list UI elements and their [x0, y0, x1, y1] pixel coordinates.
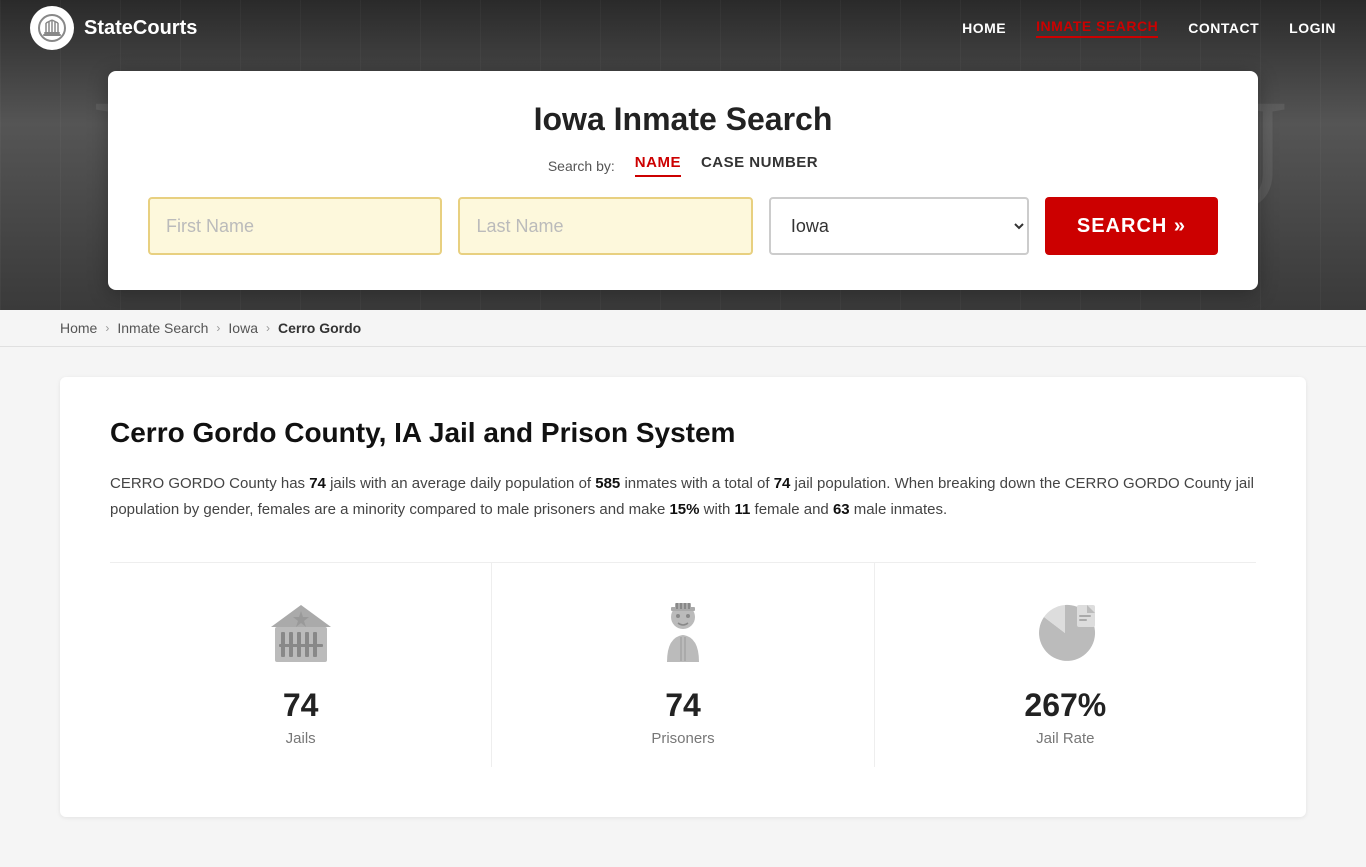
search-card: Iowa Inmate Search Search by: NAME CASE …: [108, 71, 1258, 290]
stat-jail-rate: 267% Jail Rate: [875, 563, 1256, 767]
content-description: CERRO GORDO County has 74 jails with an …: [110, 471, 1256, 522]
breadcrumb-inmate-search[interactable]: Inmate Search: [117, 320, 208, 336]
tab-case-number[interactable]: CASE NUMBER: [701, 154, 818, 177]
prisoners-count: 74: [665, 687, 701, 724]
stat-prisoners: 74 Prisoners: [492, 563, 874, 767]
first-name-input[interactable]: [148, 197, 442, 255]
content-title: Cerro Gordo County, IA Jail and Prison S…: [110, 417, 1256, 449]
last-name-input[interactable]: [458, 197, 752, 255]
stats-row: 74 Jails: [110, 562, 1256, 767]
search-by-label: Search by:: [548, 158, 615, 174]
breadcrumb: Home › Inmate Search › Iowa › Cerro Gord…: [0, 310, 1366, 347]
site-logo[interactable]: StateCourts: [30, 6, 197, 50]
content-card: Cerro Gordo County, IA Jail and Prison S…: [60, 377, 1306, 817]
nav-home[interactable]: HOME: [962, 20, 1006, 36]
prisoner-icon: [643, 593, 723, 673]
state-select[interactable]: Iowa Alabama Alaska Arizona Arkansas Cal…: [769, 197, 1029, 255]
breadcrumb-state[interactable]: Iowa: [228, 320, 258, 336]
jails-count: 74: [283, 687, 319, 724]
jail-rate-count: 267%: [1024, 687, 1106, 724]
search-card-title: Iowa Inmate Search: [148, 101, 1218, 138]
breadcrumb-home[interactable]: Home: [60, 320, 97, 336]
pie-chart-icon: [1025, 593, 1105, 673]
breadcrumb-sep-1: ›: [105, 321, 109, 335]
breadcrumb-sep-2: ›: [216, 321, 220, 335]
site-name: StateCourts: [84, 17, 197, 40]
hero-section: C O U R T H O U S E StateCourts: [0, 0, 1366, 310]
nav-contact[interactable]: CONTACT: [1188, 20, 1259, 36]
nav-inmate-search[interactable]: INMATE SEARCH: [1036, 18, 1158, 38]
main-content: Cerro Gordo County, IA Jail and Prison S…: [0, 347, 1366, 867]
search-button[interactable]: SEARCH »: [1045, 197, 1218, 255]
jail-icon: [261, 593, 341, 673]
prisoners-label: Prisoners: [651, 730, 714, 747]
logo-icon: [30, 6, 74, 50]
nav-links: HOME INMATE SEARCH CONTACT LOGIN: [962, 18, 1336, 38]
nav-login[interactable]: LOGIN: [1289, 20, 1336, 36]
jail-rate-label: Jail Rate: [1036, 730, 1094, 747]
breadcrumb-sep-3: ›: [266, 321, 270, 335]
stat-jails: 74 Jails: [110, 563, 492, 767]
search-inputs-row: Iowa Alabama Alaska Arizona Arkansas Cal…: [148, 197, 1218, 255]
navigation: StateCourts HOME INMATE SEARCH CONTACT L…: [0, 0, 1366, 56]
tab-name[interactable]: NAME: [635, 154, 681, 177]
jails-label: Jails: [286, 730, 316, 747]
search-by-row: Search by: NAME CASE NUMBER: [148, 154, 1218, 177]
breadcrumb-county: Cerro Gordo: [278, 320, 361, 336]
